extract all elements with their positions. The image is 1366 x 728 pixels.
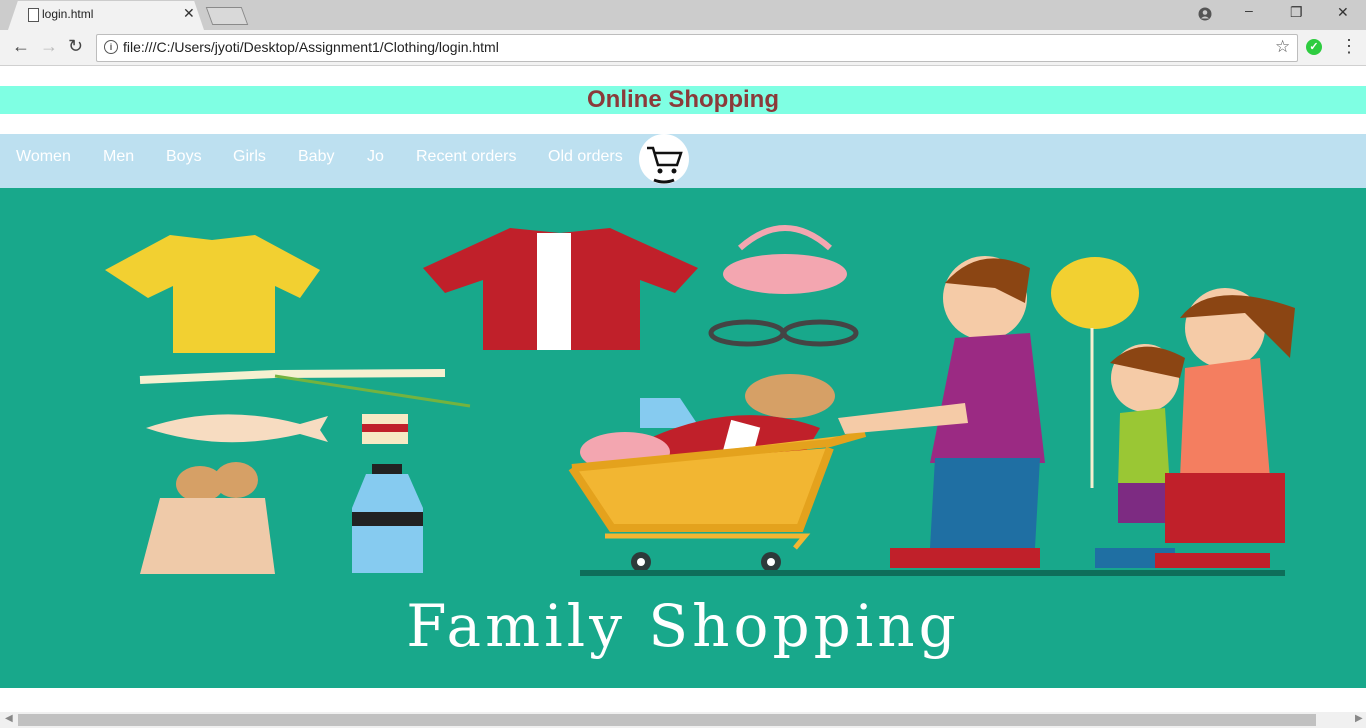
page-title: Online Shopping bbox=[587, 86, 779, 113]
nav-men[interactable]: Men bbox=[103, 148, 134, 166]
cart-button[interactable] bbox=[639, 134, 689, 184]
nav-baby[interactable]: Baby bbox=[298, 148, 334, 166]
cart-icon bbox=[647, 146, 683, 184]
restore-icon[interactable]: ❐ bbox=[1290, 4, 1303, 21]
minimize-icon[interactable]: – bbox=[1245, 2, 1253, 18]
tab-strip bbox=[0, 0, 1366, 30]
nav-women[interactable]: Women bbox=[16, 148, 71, 166]
extension-check-icon[interactable]: ✓ bbox=[1306, 39, 1322, 55]
tab-title: login.html bbox=[42, 7, 94, 21]
nav-recent-orders[interactable]: Recent orders bbox=[416, 148, 517, 166]
nav-boys[interactable]: Boys bbox=[166, 148, 202, 166]
scrollbar-thumb[interactable] bbox=[18, 714, 1316, 726]
menu-icon[interactable]: ⋮ bbox=[1340, 36, 1358, 57]
scroll-left-icon[interactable]: ◀ bbox=[5, 713, 13, 724]
star-icon[interactable]: ☆ bbox=[1275, 37, 1290, 57]
close-icon[interactable]: ✕ bbox=[183, 5, 195, 22]
hero-caption: Family Shopping bbox=[406, 592, 960, 660]
forward-icon[interactable]: → bbox=[40, 36, 58, 57]
new-tab-button[interactable] bbox=[205, 7, 249, 25]
scroll-right-icon[interactable]: ▶ bbox=[1355, 713, 1363, 724]
back-icon[interactable]: ← bbox=[12, 36, 30, 57]
reload-icon[interactable]: ↻ bbox=[68, 36, 83, 57]
file-icon bbox=[28, 8, 39, 22]
account-icon[interactable] bbox=[1198, 7, 1212, 21]
url-text[interactable]: file:///C:/Users/jyoti/Desktop/Assignmen… bbox=[123, 39, 499, 55]
info-icon[interactable]: i bbox=[104, 40, 118, 54]
nav-girls[interactable]: Girls bbox=[233, 148, 266, 166]
window-close-icon[interactable]: ✕ bbox=[1337, 4, 1349, 21]
nav-jo[interactable]: Jo bbox=[367, 148, 384, 166]
nav-old-orders[interactable]: Old orders bbox=[548, 148, 623, 166]
